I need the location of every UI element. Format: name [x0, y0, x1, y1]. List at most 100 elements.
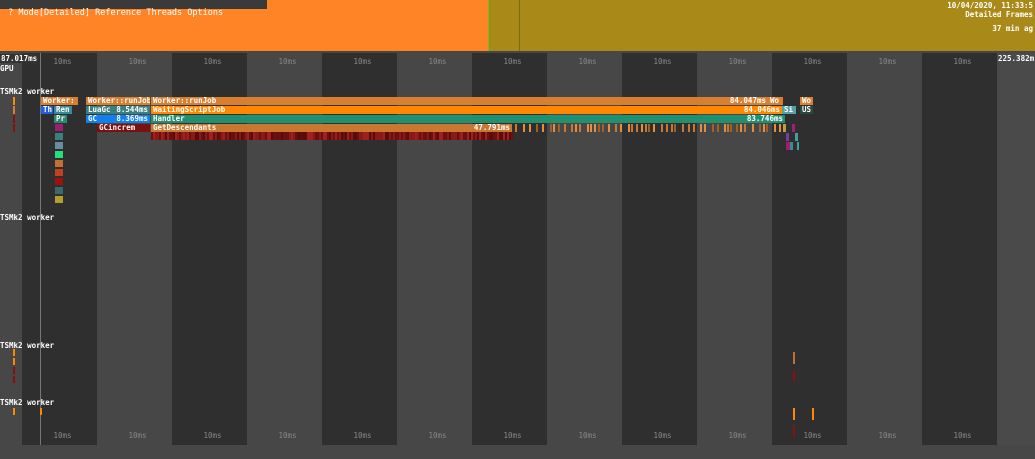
timer-mark[interactable]	[620, 124, 622, 132]
timer-mark[interactable]	[752, 124, 754, 132]
timer-bar[interactable]: WaitingScriptJob 84.046ms	[151, 106, 782, 114]
timer-bar[interactable]: Th	[41, 106, 53, 114]
timer-mark[interactable]	[812, 408, 814, 420]
timer-mark[interactable]	[779, 124, 781, 132]
timer-mark[interactable]	[666, 124, 668, 132]
timer-mark[interactable]	[636, 124, 638, 132]
timer-mark[interactable]	[763, 124, 765, 132]
thread-worker-3[interactable]: TSMk2 worker	[0, 341, 54, 350]
menu-options[interactable]: Options	[187, 8, 223, 18]
timer-mark[interactable]	[786, 133, 789, 141]
thread-worker-4[interactable]: TSMk2 worker	[0, 398, 54, 407]
timer-mark[interactable]	[590, 124, 592, 132]
timer-mark[interactable]	[598, 124, 600, 132]
timer-mark[interactable]	[744, 124, 746, 132]
timer-bar[interactable]: GetDescendants 47.791ms	[151, 124, 512, 132]
timer-mark[interactable]	[648, 124, 650, 132]
timer-mark[interactable]	[615, 124, 617, 132]
timer-mark[interactable]	[682, 124, 684, 132]
timer-mark[interactable]	[671, 124, 673, 132]
timer-mark[interactable]	[523, 124, 525, 132]
timer-mark[interactable]	[587, 124, 589, 132]
timer-bar[interactable]: Worker::runJob 84.047ms	[151, 97, 768, 105]
timer-mark[interactable]	[793, 352, 795, 364]
timer-mark[interactable]	[628, 124, 630, 132]
timer-mark[interactable]	[550, 124, 552, 132]
timer-mark[interactable]	[797, 142, 799, 150]
timer-mark[interactable]	[553, 124, 555, 132]
timer-mark[interactable]	[55, 169, 63, 176]
timer-bar[interactable]: LuaGc 8.544ms	[86, 106, 150, 114]
timer-mark[interactable]	[608, 124, 610, 132]
timer-bar[interactable]: Ren	[54, 106, 72, 114]
timer-mark[interactable]	[571, 124, 573, 132]
timer-mark[interactable]	[759, 124, 761, 132]
timer-mark[interactable]	[55, 178, 63, 185]
thread-worker-1[interactable]: TSMk2 worker	[0, 87, 54, 96]
timer-mark[interactable]	[793, 425, 795, 437]
timer-mark[interactable]	[730, 124, 732, 132]
timer-mark[interactable]	[542, 124, 544, 132]
timer-mark[interactable]	[783, 124, 786, 132]
timer-mark[interactable]	[674, 124, 676, 132]
timer-bar[interactable]: Worker::runJob	[86, 97, 150, 105]
timer-mark[interactable]	[55, 133, 63, 140]
timer-mark[interactable]	[645, 124, 647, 132]
timer-mark[interactable]	[40, 408, 42, 415]
timer-mark[interactable]	[631, 124, 633, 132]
timer-mark[interactable]	[793, 370, 795, 382]
timer-mark[interactable]	[13, 358, 15, 365]
timer-mark[interactable]	[793, 408, 795, 420]
timer-mark[interactable]	[790, 142, 793, 150]
timer-bar[interactable]: US	[800, 106, 813, 114]
timer-mark[interactable]	[13, 349, 15, 356]
timer-mark[interactable]	[602, 124, 604, 132]
timer-mark[interactable]	[700, 124, 702, 132]
timer-bar[interactable]: GC 8.369ms	[86, 115, 150, 123]
timer-bar[interactable]: Handler 83.746ms	[151, 115, 785, 123]
timer-mark[interactable]	[558, 124, 560, 132]
timer-mark[interactable]	[774, 124, 776, 132]
timer-mark[interactable]	[661, 124, 663, 132]
thread-worker-2[interactable]: TSMk2 worker	[0, 213, 54, 222]
timer-bar[interactable]: Pr	[54, 115, 67, 123]
timer-bar[interactable]: Wo	[768, 97, 783, 105]
thread-gpu[interactable]: GPU	[0, 64, 14, 73]
timer-mark[interactable]	[575, 124, 577, 132]
timer-mark[interactable]	[55, 160, 63, 167]
menu-mode[interactable]: Mode[Detailed]	[18, 8, 90, 18]
timer-mark[interactable]	[13, 115, 15, 123]
timer-mark[interactable]	[511, 132, 513, 140]
timer-mark[interactable]	[704, 124, 706, 132]
timer-mark[interactable]	[641, 124, 643, 132]
menu-reference[interactable]: Reference	[95, 8, 141, 18]
timer-mark[interactable]	[529, 124, 531, 132]
timer-mark[interactable]	[717, 124, 719, 132]
timer-mark[interactable]	[13, 376, 15, 383]
menu-threads[interactable]: Threads	[146, 8, 182, 18]
timer-mark[interactable]	[579, 124, 581, 132]
timer-mark[interactable]	[13, 408, 15, 415]
timer-mark[interactable]	[55, 124, 63, 131]
timer-mark[interactable]	[727, 124, 729, 132]
timer-mark[interactable]	[766, 124, 768, 132]
menu-help[interactable]: ?	[8, 8, 13, 18]
timer-mark[interactable]	[712, 124, 714, 132]
timer-mark[interactable]	[688, 124, 690, 132]
timer-mark[interactable]	[594, 124, 596, 132]
timer-mark[interactable]	[55, 151, 63, 158]
timer-mark[interactable]	[515, 124, 517, 132]
timer-mark[interactable]	[13, 124, 15, 132]
timer-mark[interactable]	[13, 97, 15, 105]
timer-mark[interactable]	[693, 124, 695, 132]
timer-mark[interactable]	[795, 133, 798, 141]
timer-mark[interactable]	[564, 124, 566, 132]
timer-mark[interactable]	[55, 142, 63, 149]
timer-bar[interactable]: Wo	[800, 97, 813, 105]
timer-mark[interactable]	[653, 124, 655, 132]
timer-mark[interactable]	[740, 124, 742, 132]
timer-bar[interactable]: Worker:	[41, 97, 78, 105]
timer-mark[interactable]	[724, 124, 726, 132]
timer-mark[interactable]	[13, 367, 15, 374]
timer-mark[interactable]	[736, 124, 738, 132]
